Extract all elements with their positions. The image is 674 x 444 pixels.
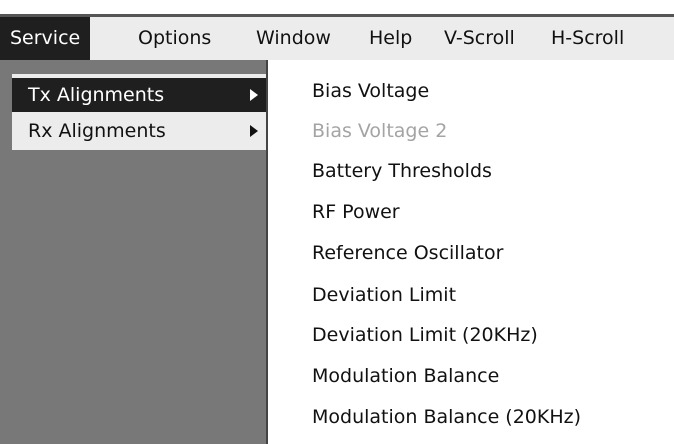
service-dropdown-panel: Tx Alignments Rx Alignments [12,74,266,150]
menu-item-rx-alignments[interactable]: Rx Alignments [12,114,266,148]
menu-window[interactable]: Window [246,17,341,60]
window-top-edge [0,0,674,14]
submenu-item-modulation-balance[interactable]: Modulation Balance [312,357,499,395]
submenu-item-battery-thresholds[interactable]: Battery Thresholds [312,152,492,190]
menu-help[interactable]: Help [359,17,422,60]
menu-item-tx-alignments[interactable]: Tx Alignments [12,78,266,112]
submenu-arrow-icon [250,89,258,101]
menu-bar: Service Options Window Help V-Scroll H-S… [0,14,674,60]
submenu-item-deviation-limit-20khz[interactable]: Deviation Limit (20KHz) [312,316,538,354]
menu-h-scroll[interactable]: H-Scroll [541,17,634,60]
menu-v-scroll[interactable]: V-Scroll [434,17,525,60]
submenu-arrow-icon [250,125,258,137]
menu-service[interactable]: Service [0,17,91,60]
menu-item-rx-alignments-label: Rx Alignments [28,120,166,142]
submenu-item-deviation-limit[interactable]: Deviation Limit [312,276,456,314]
submenu-item-rf-power[interactable]: RF Power [312,193,400,231]
menu-options[interactable]: Options [128,17,221,60]
submenu-item-modulation-balance-20khz[interactable]: Modulation Balance (20KHz) [312,398,581,436]
tx-alignments-submenu: Bias Voltage Bias Voltage 2 Battery Thre… [268,60,674,444]
submenu-item-reference-oscillator[interactable]: Reference Oscillator [312,234,503,272]
submenu-item-bias-voltage-2: Bias Voltage 2 [312,120,448,142]
menu-item-tx-alignments-label: Tx Alignments [28,84,165,106]
service-dropdown: Tx Alignments Rx Alignments [0,60,266,444]
submenu-item-bias-voltage[interactable]: Bias Voltage [312,72,429,110]
